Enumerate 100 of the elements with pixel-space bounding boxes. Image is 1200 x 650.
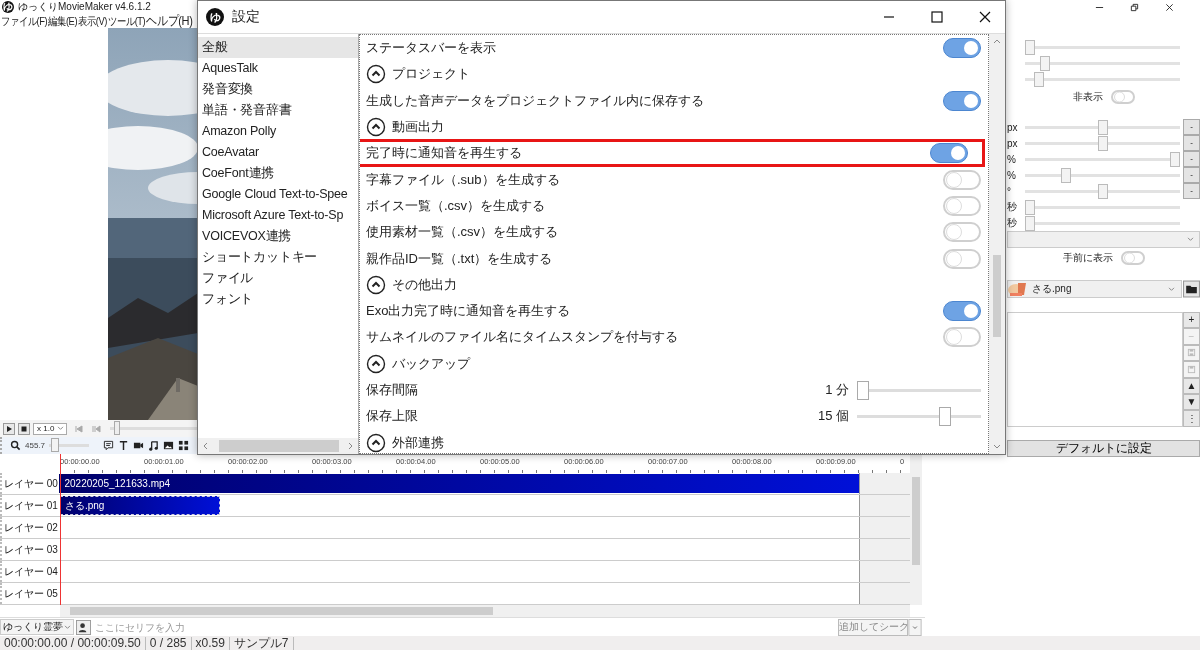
seek-slider[interactable] xyxy=(114,421,120,436)
status-text: x0.59 xyxy=(191,636,230,650)
dropdown-caret-icon[interactable] xyxy=(908,618,922,636)
category-item[interactable]: 単語・発音辞書 xyxy=(198,100,358,121)
reset-button[interactable]: - xyxy=(1183,135,1200,151)
category-item[interactable]: AquesTalk xyxy=(198,58,358,79)
menu-item[interactable]: ツール(T) xyxy=(107,13,146,29)
slider-thumb[interactable] xyxy=(1097,119,1108,135)
menu-item[interactable]: 表示(V) xyxy=(77,13,107,29)
unit-label: % xyxy=(1007,153,1017,165)
slider-thumb[interactable] xyxy=(1025,199,1035,215)
vertical-scrollbar[interactable] xyxy=(910,454,922,606)
toggle-switch[interactable] xyxy=(943,90,981,111)
slider-thumb[interactable] xyxy=(1039,55,1050,71)
scroll-thumb[interactable] xyxy=(70,607,493,616)
grid-icon[interactable] xyxy=(178,440,190,452)
step-back-icon[interactable] xyxy=(91,423,101,434)
character-dropdown[interactable]: ゆっくり霊夢 xyxy=(0,619,74,635)
reset-button[interactable]: - xyxy=(1183,183,1200,199)
category-item[interactable]: Google Cloud Text-to-Spee xyxy=(198,184,358,205)
slider-thumb[interactable] xyxy=(857,380,869,400)
slider-thumb[interactable] xyxy=(1025,215,1035,231)
list-button[interactable]: + xyxy=(1183,312,1200,329)
slider-thumb[interactable] xyxy=(1025,39,1035,55)
search-icon[interactable] xyxy=(10,440,21,452)
caret-icon xyxy=(64,624,71,630)
category-item[interactable]: VOICEVOX連携 xyxy=(198,226,358,247)
reset-button[interactable]: - xyxy=(1183,167,1200,183)
timeline-clip[interactable]: 20220205_121633.mp4 xyxy=(59,474,860,494)
dropdown[interactable] xyxy=(1007,231,1200,248)
category-item[interactable]: 発音変換 xyxy=(198,79,358,100)
slider-thumb[interactable] xyxy=(938,406,951,426)
collapse-icon[interactable] xyxy=(366,432,386,453)
close-icon[interactable] xyxy=(1165,2,1174,12)
text-tool-icon[interactable] xyxy=(118,440,130,452)
category-item[interactable]: Amazon Polly xyxy=(198,121,358,142)
timeline-clip[interactable]: さる.png xyxy=(59,496,220,516)
list-button[interactable]: ⋮ xyxy=(1183,410,1200,427)
window-title: ゆっくりMovieMaker v4.6.1.2 xyxy=(18,0,151,14)
dialog-title: 設定 xyxy=(232,8,260,26)
slider-thumb[interactable] xyxy=(1033,71,1044,87)
toggle-label: 手前に表示 xyxy=(1062,251,1113,265)
restore-icon[interactable] xyxy=(1130,2,1139,12)
zoom-slider[interactable] xyxy=(51,438,60,453)
slider-thumb[interactable] xyxy=(1097,135,1108,151)
set-default-button[interactable]: デフォルトに設定 xyxy=(1007,440,1200,457)
toggle-switch[interactable] xyxy=(1120,251,1145,265)
collapse-icon[interactable] xyxy=(366,274,386,295)
collapse-icon[interactable] xyxy=(366,64,386,85)
menu-item[interactable]: ヘルプ(H) xyxy=(146,12,193,30)
toggle-switch[interactable] xyxy=(943,195,981,216)
toggle-switch[interactable] xyxy=(943,222,981,243)
person-icon[interactable] xyxy=(76,619,91,635)
category-item[interactable]: ショートカットキー xyxy=(198,247,358,268)
status-text: 0 / 285 xyxy=(145,636,192,650)
folder-icon[interactable] xyxy=(1183,280,1200,298)
image-icon[interactable] xyxy=(163,440,175,452)
menu-item[interactable]: 編集(E) xyxy=(48,13,78,29)
toggle-switch[interactable] xyxy=(930,143,968,164)
maximize-icon[interactable] xyxy=(931,11,943,23)
list-box[interactable] xyxy=(1007,312,1183,427)
close-icon[interactable] xyxy=(979,11,991,23)
category-item[interactable]: Microsoft Azure Text-to-Sp xyxy=(198,205,358,226)
category-item[interactable]: 全般 xyxy=(198,37,358,58)
horizontal-scrollbar[interactable] xyxy=(198,438,358,454)
skip-start-icon[interactable] xyxy=(74,423,84,434)
scroll-thumb[interactable] xyxy=(993,255,1001,337)
music-note-icon[interactable] xyxy=(148,440,160,452)
horizontal-scrollbar[interactable] xyxy=(60,605,910,618)
scroll-thumb[interactable] xyxy=(912,477,920,566)
speech-bubble-icon[interactable] xyxy=(103,440,115,452)
toggle-switch[interactable] xyxy=(943,248,981,269)
slider-thumb[interactable] xyxy=(1097,183,1108,199)
scroll-thumb[interactable] xyxy=(219,440,339,452)
collapse-icon[interactable] xyxy=(366,117,386,138)
section-header: 外部連携 xyxy=(392,433,444,452)
setting-label: ステータスバーを表示 xyxy=(366,39,496,58)
slider-thumb[interactable] xyxy=(1170,151,1180,167)
reset-button[interactable]: - xyxy=(1183,119,1200,135)
file-dropdown[interactable]: さる.png xyxy=(1007,280,1182,298)
toggle-switch[interactable] xyxy=(1110,90,1135,104)
category-item[interactable]: フォント xyxy=(198,289,358,310)
category-item[interactable]: CoeAvatar xyxy=(198,142,358,163)
speed-dropdown[interactable]: x 1.0 xyxy=(33,422,67,435)
category-item[interactable]: CoeFont連携 xyxy=(198,163,358,184)
stop-icon[interactable] xyxy=(18,422,30,435)
toggle-switch[interactable] xyxy=(943,38,981,59)
slider-thumb[interactable] xyxy=(1061,167,1072,183)
category-item[interactable]: ファイル xyxy=(198,268,358,289)
collapse-icon[interactable] xyxy=(366,353,386,374)
toggle-switch[interactable] xyxy=(943,169,981,190)
vertical-scrollbar[interactable] xyxy=(989,34,1005,454)
play-icon[interactable] xyxy=(3,422,15,435)
toggle-switch[interactable] xyxy=(943,301,981,322)
slider-value: 15 個 xyxy=(817,407,849,426)
unit-label: % xyxy=(1007,169,1017,181)
toggle-switch[interactable] xyxy=(943,327,981,348)
reset-button[interactable]: - xyxy=(1183,151,1200,167)
unit-label: ° xyxy=(1007,185,1012,197)
menu-item[interactable]: ファイル(F) xyxy=(0,13,48,29)
